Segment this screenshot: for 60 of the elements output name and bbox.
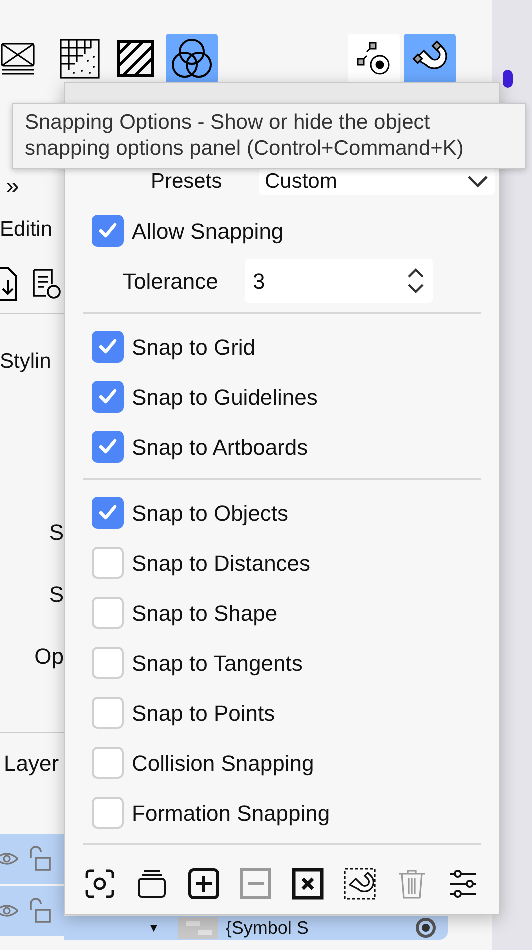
layer-row-strip[interactable]: ▼ {Symbol S bbox=[64, 916, 448, 940]
tolerance-field[interactable]: 3 bbox=[245, 259, 433, 303]
focus-icon[interactable] bbox=[83, 867, 117, 901]
field-label: Op bbox=[34, 643, 64, 671]
checkbox-label: Snap to Objects bbox=[132, 500, 289, 528]
document-icon bbox=[0, 266, 18, 302]
field-label: S bbox=[49, 581, 64, 609]
grid-icon bbox=[60, 39, 100, 79]
checkbox-label: Snap to Tangents bbox=[132, 650, 303, 678]
section-label: Stylin bbox=[0, 349, 52, 375]
symbol-thumbnail bbox=[178, 917, 218, 939]
checkbox-label: Snap to Shape bbox=[132, 600, 278, 628]
eye-icon bbox=[0, 903, 18, 919]
overlapping-circles-icon bbox=[170, 37, 214, 81]
presets-label: Presets bbox=[151, 171, 224, 193]
checkbox-label: Snap to Grid bbox=[132, 334, 256, 362]
checkbox-label: Formation Snapping bbox=[132, 800, 330, 828]
checkbox[interactable] bbox=[92, 497, 124, 529]
radio-icon bbox=[416, 918, 436, 938]
checkbox-label: Collision Snapping bbox=[132, 750, 314, 778]
stepper-icon[interactable] bbox=[407, 268, 425, 294]
checkbox[interactable] bbox=[92, 597, 124, 629]
presets-dropdown[interactable]: Custom bbox=[259, 169, 495, 195]
tolerance-label: Tolerance bbox=[123, 268, 220, 296]
snap-button[interactable] bbox=[348, 34, 400, 84]
checkbox[interactable] bbox=[92, 797, 124, 829]
field-label: S bbox=[49, 519, 64, 547]
checkbox[interactable] bbox=[92, 647, 124, 679]
tooltip: Snapping Options - Show or hide the object snapping options panel (Control+Command+K) bbox=[12, 103, 526, 169]
checkbox[interactable] bbox=[92, 215, 124, 247]
checkbox-label: Snap to Points bbox=[132, 700, 276, 728]
unlocked-icon bbox=[28, 846, 52, 872]
envelope-icon bbox=[0, 41, 36, 77]
chevron-down-icon bbox=[467, 175, 489, 189]
unlocked-icon bbox=[28, 898, 52, 924]
expand-button[interactable]: » bbox=[6, 170, 64, 204]
checkbox[interactable] bbox=[92, 381, 124, 413]
snap-button[interactable] bbox=[404, 34, 456, 84]
disclosure-arrow[interactable]: ▼ bbox=[148, 921, 160, 935]
checkbox[interactable] bbox=[92, 331, 124, 363]
tool-button[interactable] bbox=[166, 34, 218, 84]
hatched-square-icon bbox=[117, 40, 155, 78]
stack-icon[interactable] bbox=[135, 867, 169, 901]
checkbox-label: Snap to Artboards bbox=[132, 434, 308, 462]
layer-row[interactable] bbox=[0, 834, 64, 884]
eye-icon bbox=[0, 851, 18, 867]
checkbox-label: Snap to Guidelines bbox=[132, 384, 318, 412]
checkbox[interactable] bbox=[92, 697, 124, 729]
checkbox-label: Snap to Distances bbox=[132, 550, 311, 578]
magnet-icon[interactable] bbox=[343, 867, 377, 901]
layer-name: {Symbol S bbox=[226, 918, 309, 938]
add-icon[interactable] bbox=[187, 867, 221, 901]
checkbox-label: Allow Snapping bbox=[132, 218, 284, 246]
close-box-icon[interactable] bbox=[291, 867, 325, 901]
layer-row[interactable] bbox=[0, 886, 64, 936]
checkbox[interactable] bbox=[92, 547, 124, 579]
section-label: Editin bbox=[0, 217, 53, 243]
document-icon bbox=[32, 268, 62, 300]
checkbox[interactable] bbox=[92, 747, 124, 779]
checkbox[interactable] bbox=[92, 431, 124, 463]
